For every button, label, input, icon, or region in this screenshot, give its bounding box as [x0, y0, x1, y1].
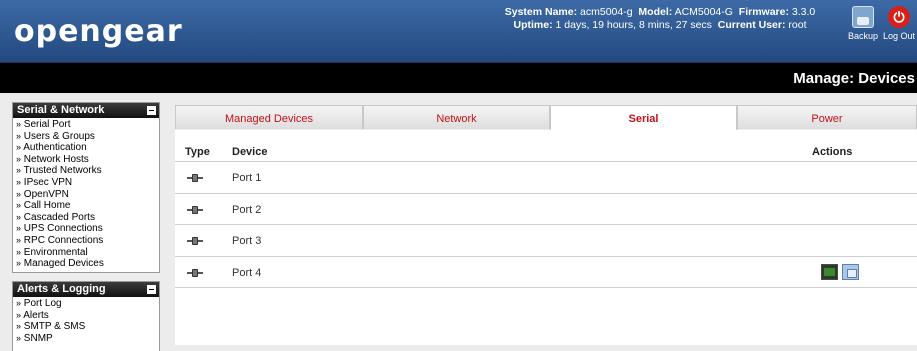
bullet-icon: »	[16, 223, 22, 234]
bullet-icon: »	[16, 130, 22, 141]
column-header-actions: Actions	[812, 146, 853, 158]
terminal-icon[interactable]	[821, 263, 838, 280]
opengear-logo: opengear	[14, 14, 183, 49]
app-header: opengear System Name: acm5004-g Model: A…	[0, 0, 917, 63]
bullet-icon: »	[16, 309, 22, 320]
sidebar-item-ups-connections[interactable]: » UPS Connections	[16, 223, 156, 235]
logout-button[interactable]: ⏻ Log Out	[879, 6, 917, 41]
table-row: Port 4	[175, 257, 917, 288]
model: ACM5004-G	[674, 6, 733, 18]
column-header-device: Device	[232, 146, 268, 158]
panel-title: Serial & Network	[17, 104, 105, 116]
content-area	[175, 288, 917, 345]
sidebar-menu: » Port Log » Alerts » SMTP & SMS » SNMP	[13, 297, 159, 346]
collapse-icon[interactable]	[147, 106, 156, 115]
sidebar-item-network-hosts[interactable]: » Network Hosts	[16, 154, 156, 166]
panel-header: Alerts & Logging	[13, 282, 159, 297]
panel-header: Serial & Network	[13, 103, 159, 118]
tab-bar: Managed Devices Network Serial Power	[175, 105, 917, 130]
web-terminal-icon[interactable]	[842, 263, 859, 280]
tab-serial[interactable]: Serial	[550, 105, 737, 130]
tab-managed-devices[interactable]: Managed Devices	[175, 105, 363, 129]
sidebar-item-trusted-networks[interactable]: » Trusted Networks	[16, 165, 156, 177]
page-title: Manage: Devices	[0, 63, 917, 93]
current-user: root	[788, 19, 807, 31]
device-name: Port 3	[232, 235, 262, 247]
serial-port-icon	[187, 174, 203, 182]
bullet-icon: »	[16, 246, 22, 257]
backup-button[interactable]: Backup	[843, 6, 883, 41]
device-name: Port 1	[232, 172, 262, 184]
sidebar-menu: » Serial Port » Users & Groups » Authent…	[13, 118, 159, 272]
sidebar-panel-alerts-logging: Alerts & Logging » Port Log » Alerts » S…	[12, 281, 160, 351]
bullet-icon: »	[16, 165, 22, 176]
sidebar-item-snmp[interactable]: » SNMP	[16, 333, 156, 345]
serial-port-icon	[187, 268, 203, 277]
bullet-icon: »	[16, 119, 22, 129]
device-name: Port 2	[232, 203, 262, 216]
sidebar-item-users-groups[interactable]: » Users & Groups	[16, 131, 156, 143]
bullet-icon: »	[16, 153, 22, 164]
sidebar-item-rpc-connections[interactable]: » RPC Connections	[16, 235, 156, 247]
system-info: System Name: acm5004-g Model: ACM5004-G …	[480, 6, 840, 32]
sidebar-item-managed-devices[interactable]: » Managed Devices	[16, 258, 156, 270]
serial-devices-table: Type Device Actions Port 1 Port 2 Port 3…	[175, 130, 917, 288]
table-row: Port 3	[175, 225, 917, 257]
sidebar-item-port-log[interactable]: » Port Log	[16, 298, 156, 310]
tab-network[interactable]: Network	[363, 105, 550, 129]
table-row: Port 1	[175, 162, 917, 194]
bullet-icon: »	[16, 234, 22, 245]
sidebar-item-smtp-sms[interactable]: » SMTP & SMS	[16, 321, 156, 333]
sidebar-item-ipsec-vpn[interactable]: » IPsec VPN	[16, 177, 156, 189]
uptime: 1 days, 19 hours, 8 mins, 27 secs	[555, 19, 712, 31]
sidebar-item-environmental[interactable]: » Environmental	[16, 247, 156, 259]
sidebar-item-authentication[interactable]: » Authentication	[16, 142, 156, 154]
system-info-line1: System Name: acm5004-g Model: ACM5004-G …	[504, 6, 816, 18]
collapse-icon[interactable]	[147, 285, 156, 294]
firmware: 3.3.0	[791, 6, 816, 18]
sidebar-item-openvpn[interactable]: » OpenVPN	[16, 189, 156, 201]
table-row: Port 2	[175, 194, 917, 225]
table-header: Type Device Actions	[175, 130, 917, 162]
backup-icon	[852, 6, 874, 28]
sidebar-item-call-home[interactable]: » Call Home	[16, 200, 156, 212]
sidebar-item-serial-port[interactable]: » Serial Port	[16, 119, 156, 131]
bullet-icon: »	[16, 176, 22, 187]
serial-port-icon	[187, 237, 203, 245]
serial-port-icon	[187, 205, 203, 214]
bullet-icon: »	[16, 332, 22, 343]
column-header-type: Type	[185, 146, 210, 158]
power-icon: ⏻	[888, 6, 910, 28]
sidebar-item-cascaded-ports[interactable]: » Cascaded Ports	[16, 212, 156, 224]
tab-power[interactable]: Power	[737, 105, 917, 129]
bullet-icon: »	[16, 188, 22, 199]
bullet-icon: »	[16, 258, 22, 269]
bullet-icon: »	[16, 142, 22, 153]
system-info-line2: Uptime: 1 days, 19 hours, 8 mins, 27 sec…	[513, 19, 807, 31]
device-name: Port 4	[232, 266, 262, 279]
panel-title: Alerts & Logging	[17, 283, 106, 295]
backup-label: Backup	[847, 31, 879, 41]
bullet-icon: »	[16, 298, 22, 308]
bullet-icon: »	[16, 211, 22, 222]
system-name: acm5004-g	[580, 6, 633, 18]
sidebar-item-alerts[interactable]: » Alerts	[16, 310, 156, 322]
bullet-icon: »	[16, 321, 22, 332]
bullet-icon: »	[16, 200, 22, 211]
logout-label: Log Out	[882, 31, 916, 41]
sidebar-panel-serial-network: Serial & Network » Serial Port » Users &…	[12, 102, 160, 273]
